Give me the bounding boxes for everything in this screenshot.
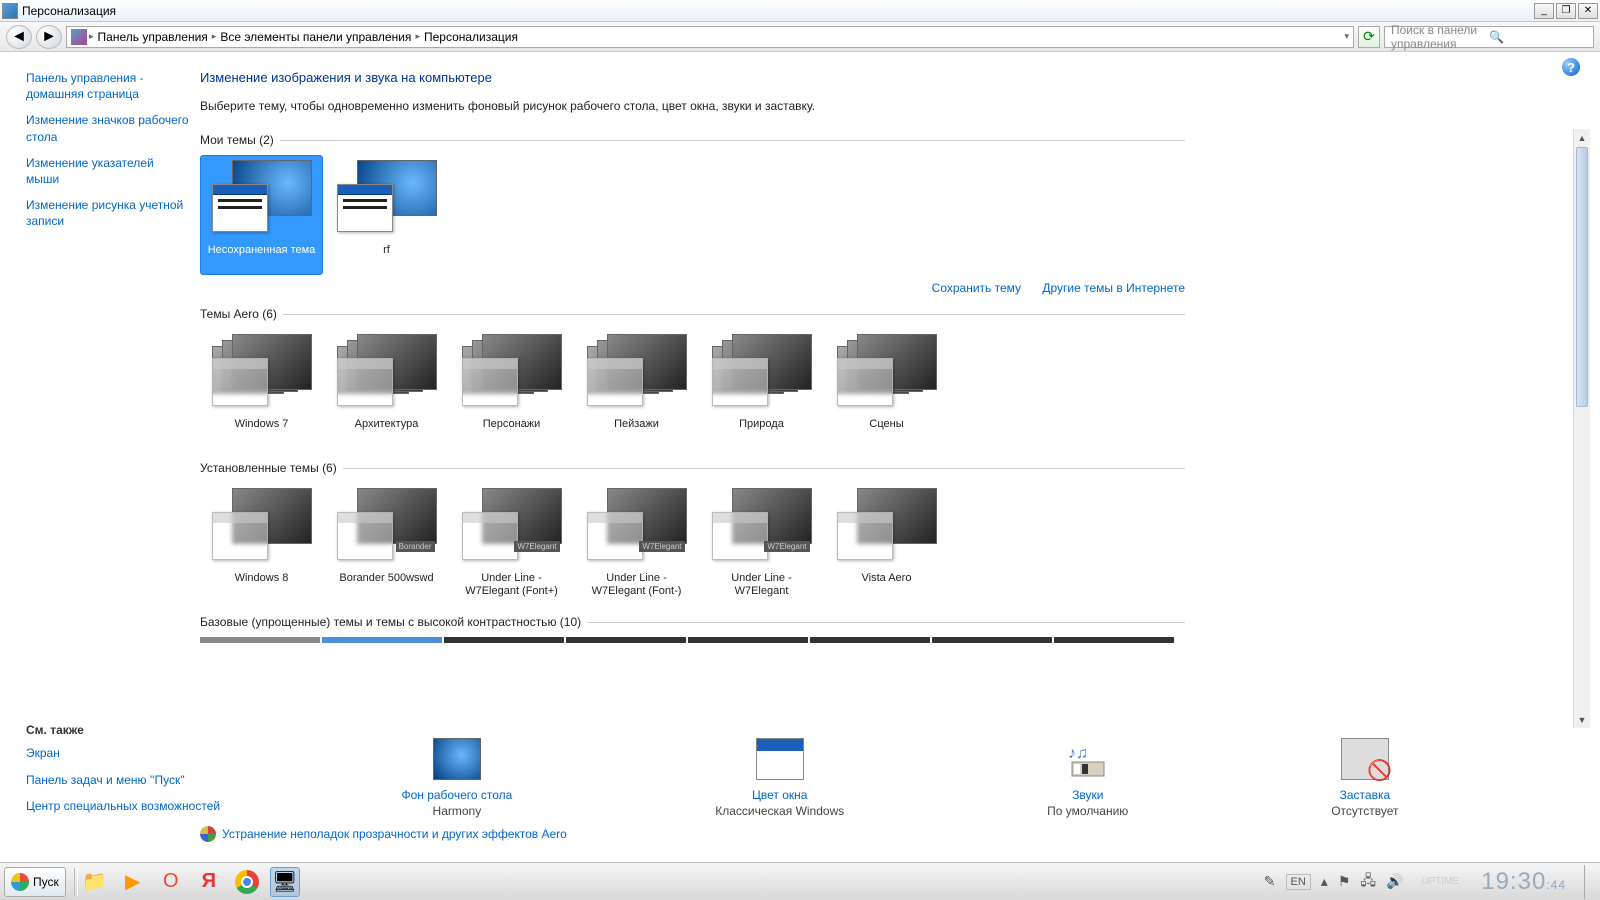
- window-color-value: Классическая Windows: [715, 804, 844, 818]
- sidebar-link-pointers[interactable]: Изменение указателей мыши: [26, 155, 190, 187]
- tile-desktop-background[interactable]: Фон рабочего стола Harmony: [401, 738, 512, 818]
- sidebar-link-desktop-icons[interactable]: Изменение значков рабочего стола: [26, 112, 190, 144]
- sidebar: Панель управления - домашняя страница Из…: [0, 52, 200, 842]
- section-basic-themes: Базовые (упрощенные) темы и темы с высок…: [200, 615, 581, 629]
- theme-aero-1[interactable]: Архитектура: [325, 329, 448, 449]
- see-also-heading: См. также: [26, 723, 200, 737]
- scroll-down-icon[interactable]: ▼: [1574, 711, 1590, 728]
- tray-network-icon[interactable]: 🖧: [1360, 870, 1376, 894]
- search-placeholder: Поиск в панели управления: [1391, 23, 1489, 51]
- see-also-accessibility[interactable]: Центр специальных возможностей: [26, 798, 200, 814]
- see-also-block: См. также Экран Панель задач и меню ''Пу…: [26, 723, 200, 824]
- crumb-all-items[interactable]: Все элементы панели управления: [216, 30, 415, 44]
- window-title: Персонализация: [22, 4, 1534, 18]
- section-installed-themes: Установленные темы (6): [200, 461, 337, 475]
- basic-themes-peek: [200, 637, 1560, 643]
- start-label: Пуск: [33, 875, 59, 889]
- taskbar-personalization-icon[interactable]: 🖥: [270, 867, 300, 897]
- theme-installed-3[interactable]: W7Elegant Under Line - W7Elegant (Font-): [575, 483, 698, 603]
- main-panel: ? Изменение изображения и звука на компь…: [200, 52, 1600, 842]
- desktop-background-icon: [433, 738, 481, 780]
- more-themes-link[interactable]: Другие темы в Интернете: [1042, 281, 1185, 295]
- see-also-taskbar[interactable]: Панель задач и меню ''Пуск'': [26, 772, 200, 788]
- windows-logo-icon: [11, 873, 29, 891]
- vertical-scrollbar[interactable]: ▲ ▼: [1573, 129, 1590, 728]
- theme-installed-1[interactable]: Borander Borander 500wswd: [325, 483, 448, 603]
- search-input[interactable]: Поиск в панели управления 🔍: [1384, 26, 1594, 48]
- sounds-value: По умолчанию: [1047, 804, 1128, 818]
- desktop-background-link[interactable]: Фон рабочего стола: [401, 788, 512, 802]
- tray-tablet-icon[interactable]: ✎: [1264, 873, 1276, 890]
- breadcrumb-icon: [71, 29, 87, 45]
- theme-aero-0[interactable]: Windows 7: [200, 329, 323, 449]
- section-aero-themes: Темы Aero (6): [200, 307, 277, 321]
- start-button[interactable]: Пуск: [4, 867, 66, 897]
- sounds-icon: ♪♫: [1064, 738, 1112, 780]
- taskbar-chrome-icon[interactable]: [232, 867, 262, 897]
- taskbar-explorer-icon[interactable]: 📁: [80, 867, 110, 897]
- tray-clock[interactable]: 19:30:44: [1481, 868, 1566, 896]
- breadcrumb-dropdown-icon[interactable]: ▾: [1344, 31, 1349, 42]
- theme-installed-5[interactable]: Vista Aero: [825, 483, 948, 603]
- search-icon: 🔍: [1489, 30, 1587, 44]
- svg-text:♪♫: ♪♫: [1068, 745, 1088, 762]
- section-my-themes: Мои темы (2): [200, 133, 274, 147]
- window-color-icon: [756, 738, 804, 780]
- shield-icon: [200, 826, 216, 842]
- theme-installed-0[interactable]: Windows 8: [200, 483, 323, 603]
- see-also-display[interactable]: Экран: [26, 745, 200, 761]
- save-theme-link[interactable]: Сохранить тему: [932, 281, 1021, 295]
- tray-show-hidden-icon[interactable]: ▴: [1321, 873, 1328, 890]
- tile-sounds[interactable]: ♪♫ Звуки По умолчанию: [1047, 738, 1128, 818]
- page-subheading: Выберите тему, чтобы одновременно измени…: [200, 99, 1600, 113]
- sounds-link[interactable]: Звуки: [1047, 788, 1128, 802]
- screensaver-icon: [1341, 738, 1389, 780]
- sidebar-link-account-picture[interactable]: Изменение рисунка учетной записи: [26, 197, 190, 229]
- theme-installed-2[interactable]: W7Elegant Under Line - W7Elegant (Font+): [450, 483, 573, 603]
- theme-aero-2[interactable]: Персонажи: [450, 329, 573, 449]
- theme-aero-3[interactable]: Пейзажи: [575, 329, 698, 449]
- tile-window-color[interactable]: Цвет окна Классическая Windows: [715, 738, 844, 818]
- taskbar-yandex-icon[interactable]: Я: [194, 867, 224, 897]
- crumb-personalization[interactable]: Персонализация: [420, 30, 522, 44]
- tray-language-indicator[interactable]: EN: [1286, 874, 1311, 890]
- taskbar-media-player-icon[interactable]: ▶: [118, 867, 148, 897]
- theme-my-1[interactable]: rf: [325, 155, 448, 275]
- tray-uptime-label: UPTIME: [1421, 877, 1459, 887]
- screensaver-value: Отсутствует: [1331, 804, 1398, 818]
- help-icon[interactable]: ?: [1562, 58, 1580, 76]
- screensaver-link[interactable]: Заставка: [1331, 788, 1398, 802]
- desktop-background-value: Harmony: [401, 804, 512, 818]
- restore-button[interactable]: ❐: [1556, 3, 1576, 19]
- back-button[interactable]: ◄: [6, 25, 32, 49]
- minimize-button[interactable]: _: [1534, 3, 1554, 19]
- tray-flag-icon[interactable]: ⚑: [1338, 873, 1351, 890]
- refresh-button[interactable]: ⟳: [1358, 26, 1380, 48]
- crumb-control-panel[interactable]: Панель управления: [94, 30, 212, 44]
- theme-installed-4[interactable]: W7Elegant Under Line - W7Elegant: [700, 483, 823, 603]
- theme-aero-5[interactable]: Сцены: [825, 329, 948, 449]
- theme-aero-4[interactable]: Природа: [700, 329, 823, 449]
- scroll-thumb[interactable]: [1576, 147, 1588, 407]
- close-button[interactable]: ✕: [1578, 3, 1598, 19]
- taskbar-opera-icon[interactable]: O: [156, 867, 186, 897]
- theme-my-0[interactable]: Несохраненная тема: [200, 155, 323, 275]
- tray-volume-icon[interactable]: 🔊: [1386, 873, 1403, 890]
- window-color-link[interactable]: Цвет окна: [715, 788, 844, 802]
- bottom-options: Фон рабочего стола Harmony Цвет окна Кла…: [200, 728, 1600, 842]
- title-bar: Персонализация _ ❐ ✕: [0, 0, 1600, 22]
- breadcrumb[interactable]: ▸ Панель управления ▸ Все элементы панел…: [66, 26, 1354, 48]
- sidebar-link-home[interactable]: Панель управления - домашняя страница: [26, 70, 190, 102]
- tile-screensaver[interactable]: Заставка Отсутствует: [1331, 738, 1398, 818]
- app-icon: [2, 3, 18, 19]
- show-desktop-button[interactable]: [1584, 865, 1596, 899]
- system-tray: ✎ EN ▴ ⚑ 🖧 🔊 UPTIME 19:30:44: [1264, 865, 1596, 899]
- scroll-up-icon[interactable]: ▲: [1574, 129, 1590, 146]
- forward-button[interactable]: ►: [36, 25, 62, 49]
- nav-bar: ◄ ► ▸ Панель управления ▸ Все элементы п…: [0, 22, 1600, 52]
- troubleshoot-aero-link[interactable]: Устранение неполадок прозрачности и друг…: [222, 827, 567, 841]
- taskbar: Пуск 📁 ▶ O Я 🖥 ✎ EN ▴ ⚑ 🖧 🔊 UPTIME 19:30…: [0, 862, 1600, 900]
- page-heading: Изменение изображения и звука на компьют…: [200, 70, 1600, 85]
